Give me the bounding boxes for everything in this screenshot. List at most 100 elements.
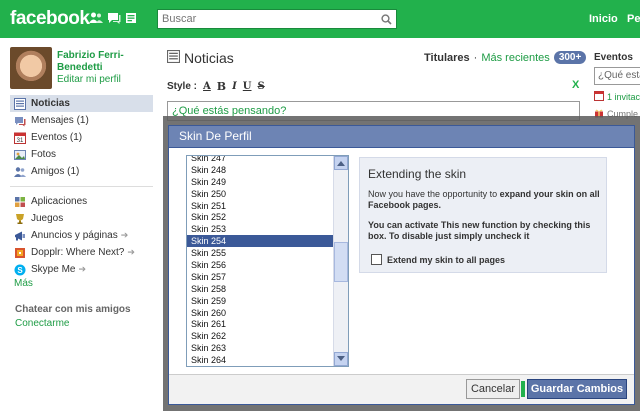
panel-title: Extending the skin <box>368 167 467 181</box>
nav-home-link[interactable]: Inicio <box>589 13 618 25</box>
skin-list-item[interactable]: Skin 258 <box>187 283 333 295</box>
count-badge: 300+ <box>553 51 587 64</box>
sidebar-item-messages[interactable]: Mensajes (1) <box>10 112 153 129</box>
cancel-button[interactable]: Cancelar <box>466 379 520 399</box>
scroll-down-icon[interactable] <box>334 352 348 366</box>
skin-list-item[interactable]: Skin 257 <box>187 271 333 283</box>
skin-list-scrollbar[interactable] <box>333 156 348 366</box>
skin-list-item[interactable]: Skin 254 <box>187 235 333 248</box>
event-invite-label: 1 invitac <box>607 92 640 102</box>
sidebar-item-events[interactable]: 31 Eventos (1) <box>10 129 153 146</box>
skin-list-item[interactable]: Skin 259 <box>187 295 333 307</box>
skin-list-item[interactable]: Skin 247 <box>187 156 333 164</box>
extend-skin-panel: Extending the skin Now you have the oppo… <box>359 157 607 273</box>
profile-name[interactable]: Fabrizio Ferri-Benedetti <box>57 50 152 74</box>
event-invite-item[interactable]: 1 invitac <box>594 91 640 103</box>
skin-list-item[interactable]: Skin 263 <box>187 342 333 354</box>
sidebar-item-label: Amigos (1) <box>31 166 80 177</box>
sidebar-item-photos[interactable]: Fotos <box>10 146 153 163</box>
skin-list-item[interactable]: Skin 261 <box>187 318 333 330</box>
apps-icon <box>14 196 26 208</box>
events-search-input[interactable]: ¿Qué estás <box>594 67 640 85</box>
sidebar-item-ads-pages[interactable]: Anuncios y páginas ➔ <box>10 227 153 244</box>
skin-list-item[interactable]: Skin 264 <box>187 354 333 366</box>
skin-list-item[interactable]: Skin 251 <box>187 200 333 212</box>
notifications-icon[interactable] <box>125 12 137 27</box>
skin-list-item[interactable]: Skin 248 <box>187 164 333 176</box>
messages-top-icon[interactable] <box>107 12 121 27</box>
messages-icon <box>14 115 26 127</box>
skin-list-item[interactable]: Skin 250 <box>187 188 333 200</box>
underline-icon[interactable]: U <box>243 81 252 92</box>
sidebar-more-link[interactable]: Más <box>10 278 153 292</box>
sidebar-item-games[interactable]: Juegos <box>10 210 153 227</box>
arrow-right-icon: ➔ <box>78 264 87 274</box>
ads-icon <box>14 230 26 242</box>
skin-list-item[interactable]: Skin 265 <box>187 366 333 367</box>
skin-list-item[interactable]: Skin 253 <box>187 223 333 235</box>
news-icon <box>167 50 180 66</box>
nav-profile-link[interactable]: Pe <box>627 13 640 25</box>
extend-skin-option[interactable]: Extend my skin to all pages <box>371 254 505 265</box>
sidebar-item-friends[interactable]: Amigos (1) <box>10 163 153 180</box>
extend-skin-checkbox[interactable] <box>371 254 382 265</box>
left-sidebar: Fabrizio Ferri-Benedetti Editar mi perfi… <box>0 38 155 411</box>
top-icons <box>89 12 137 27</box>
friend-requests-icon[interactable] <box>89 12 103 27</box>
events-icon: 31 <box>14 132 26 144</box>
edit-profile-link[interactable]: Editar mi perfil <box>57 74 121 85</box>
save-changes-button[interactable]: Guardar Cambios <box>527 379 627 399</box>
sidebar-item-label: Aplicaciones <box>31 196 88 207</box>
arrow-right-icon: ➔ <box>120 230 129 240</box>
skin-list-item[interactable]: Skin 256 <box>187 259 333 271</box>
strikethrough-icon[interactable]: S <box>258 81 265 92</box>
skin-list[interactable]: Skin 247 Skin 248 Skin 249 Skin 250 Skin 251… <box>186 155 349 367</box>
search-box <box>157 9 397 29</box>
page-title: Noticias <box>167 50 234 66</box>
skin-list-item[interactable]: Skin 255 <box>187 247 333 259</box>
skin-list-item[interactable]: Skin 262 <box>187 330 333 342</box>
sidebar-item-skype[interactable]: S Skype Me ➔ <box>10 261 153 278</box>
font-color-icon[interactable]: A <box>203 81 211 92</box>
sidebar-item-label: Juegos <box>31 213 64 224</box>
dopplr-icon <box>14 247 26 259</box>
skin-list-items: Skin 247 Skin 248 Skin 249 Skin 250 Skin 251… <box>187 156 333 367</box>
skin-dialog: Skin De Perfil Skin 247 Skin 248 Skin 249 S… <box>168 125 635 405</box>
sidebar-item-applications[interactable]: Aplicaciones <box>10 193 153 210</box>
top-bar: facebook Inicio Pe <box>0 0 640 38</box>
tab-top-stories[interactable]: Titulares <box>424 52 470 64</box>
style-label: Style : <box>167 81 198 92</box>
sidebar-item-label: Anuncios y páginas <box>31 230 118 241</box>
italic-icon[interactable]: I <box>232 81 237 92</box>
skype-icon: S <box>14 264 26 276</box>
sidebar-item-label: Noticias <box>31 98 70 109</box>
skin-list-item[interactable]: Skin 260 <box>187 307 333 319</box>
news-icon <box>14 97 26 110</box>
dialog-footer: Cancelar Guardar Cambios <box>169 374 634 404</box>
scroll-up-icon[interactable] <box>334 156 348 170</box>
page-title-text: Noticias <box>184 50 234 66</box>
sidebar-item-label: Mensajes (1) <box>31 115 89 126</box>
dialog-title: Skin De Perfil <box>169 126 634 148</box>
skin-list-item[interactable]: Skin 252 <box>187 211 333 223</box>
facebook-logo[interactable]: facebook <box>10 8 90 30</box>
svg-text:31: 31 <box>17 138 24 144</box>
friends-icon <box>14 166 26 178</box>
chat-connect-link[interactable]: Conectarme <box>15 318 69 329</box>
scrollbar-thumb[interactable] <box>334 242 348 282</box>
skin-list-item[interactable]: Skin 249 <box>187 176 333 188</box>
bold-icon[interactable]: B <box>217 80 226 93</box>
avatar[interactable] <box>10 47 52 89</box>
sidebar-nav: Noticias Mensajes (1) 31 Eventos (1) Fot… <box>10 95 153 292</box>
sidebar-item-dopplr[interactable]: Dopplr: Where Next? ➔ <box>10 244 153 261</box>
photos-icon <box>14 149 26 161</box>
events-title: Eventos <box>594 52 633 63</box>
tab-most-recent[interactable]: Más recientes <box>481 52 549 64</box>
tab-separator: · <box>473 51 478 64</box>
close-toolbar-icon[interactable]: X <box>572 79 579 91</box>
panel-description: Now you have the opportunity to expand y… <box>368 189 604 211</box>
search-input[interactable] <box>158 10 376 28</box>
panel-instructions: You can activate This new function by ch… <box>368 220 591 241</box>
sidebar-item-news[interactable]: Noticias <box>10 95 153 112</box>
search-icon[interactable] <box>376 10 396 28</box>
